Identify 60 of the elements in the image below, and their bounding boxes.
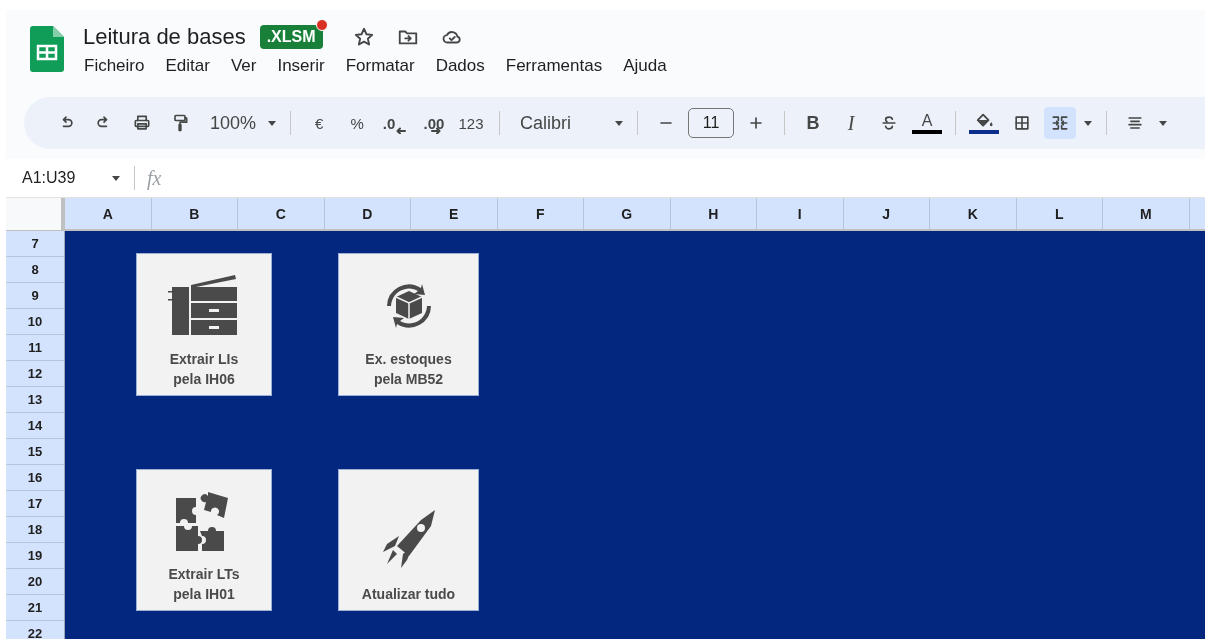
currency-format-button[interactable]: € — [303, 107, 336, 139]
row-header[interactable]: 16 — [6, 465, 64, 491]
row-header[interactable]: 8 — [6, 257, 64, 283]
color-bar — [912, 130, 943, 134]
menu-item[interactable]: Ver — [230, 56, 267, 76]
row-header[interactable]: 21 — [6, 595, 64, 621]
column-header[interactable]: A — [65, 198, 152, 229]
row-header[interactable]: 10 — [6, 309, 64, 335]
menu-item[interactable]: Editar — [165, 56, 220, 76]
font-select[interactable]: Calibri — [512, 107, 608, 139]
menu-item[interactable]: Inserir — [277, 56, 335, 76]
menu-item[interactable]: Ajuda — [623, 56, 677, 76]
column-header[interactable]: F — [497, 198, 584, 229]
menu-item[interactable]: Ferramentas — [505, 56, 613, 76]
document-title[interactable]: Leitura de bases — [83, 24, 246, 50]
row-header[interactable]: 17 — [6, 491, 64, 517]
percent-format-button[interactable]: % — [341, 107, 374, 139]
action-button[interactable]: Extrair LIs pela IH06 — [136, 253, 272, 396]
spreadsheet-logo-icon[interactable] — [30, 26, 64, 72]
row-header[interactable]: 9 — [6, 283, 64, 309]
row-header[interactable]: 20 — [6, 569, 64, 595]
column-header[interactable]: D — [324, 198, 411, 229]
row-header[interactable]: 19 — [6, 543, 64, 569]
column-header[interactable]: L — [1016, 198, 1103, 229]
row-header[interactable]: 14 — [6, 413, 64, 439]
row-header[interactable]: 12 — [6, 361, 64, 387]
row-header[interactable]: 18 — [6, 517, 64, 543]
column-header[interactable]: H — [670, 198, 757, 229]
increase-decimals-button[interactable]: .00 — [417, 107, 450, 139]
column-header[interactable]: C — [238, 198, 325, 229]
name-box[interactable]: A1:U39 — [22, 169, 110, 187]
decrease-decimals-button[interactable]: .0 — [379, 107, 412, 139]
row-header[interactable]: 13 — [6, 387, 64, 413]
bold-button[interactable]: B — [797, 107, 830, 139]
column-header[interactable]: J — [843, 198, 930, 229]
column-header[interactable]: B — [151, 198, 238, 229]
action-button[interactable]: Ex. estoques pela MB52 — [338, 253, 479, 396]
row-header[interactable]: 22 — [6, 621, 64, 639]
italic-button[interactable]: I — [835, 107, 868, 139]
color-bar — [969, 130, 1000, 134]
column-header[interactable]: E — [411, 198, 498, 229]
font-size-field[interactable]: 11 — [688, 108, 735, 138]
menu-item[interactable]: Dados — [435, 56, 495, 76]
number-format-button[interactable]: 123 — [455, 107, 488, 139]
action-button[interactable]: Atualizar tudo — [338, 469, 479, 611]
print-icon[interactable] — [132, 113, 152, 133]
formula-label: fx — [147, 166, 162, 190]
row-header[interactable]: 11 — [6, 335, 64, 361]
row-header[interactable]: 15 — [6, 439, 64, 465]
text-color-button[interactable]: A — [911, 107, 944, 139]
menu-item[interactable]: Ficheiro — [84, 56, 155, 76]
column-header[interactable]: G — [584, 198, 671, 229]
column-header[interactable]: M — [1103, 198, 1190, 229]
zoom-select[interactable]: 100% — [202, 107, 261, 139]
column-header[interactable]: I — [757, 198, 844, 229]
row-header[interactable]: 7 — [6, 231, 64, 257]
star-icon[interactable] — [352, 26, 375, 48]
column-header[interactable]: K — [930, 198, 1017, 229]
action-button[interactable]: Extrair LTs pela IH01 — [136, 469, 272, 611]
menu-item[interactable]: Formatar — [345, 56, 425, 76]
